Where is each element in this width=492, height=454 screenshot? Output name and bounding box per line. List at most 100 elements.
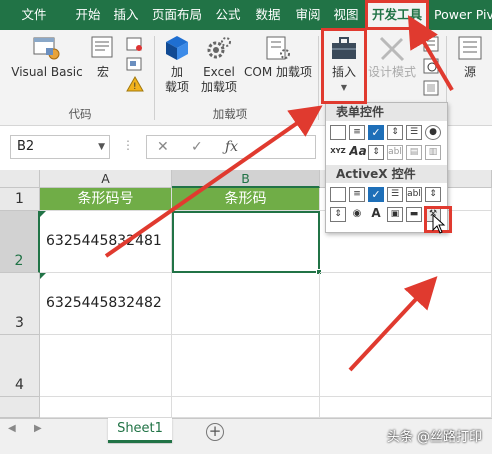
excel-addins-label-line2: 加载项 [200, 80, 237, 94]
tab-power-pivot[interactable]: Power Pivot [430, 0, 492, 30]
group-label-addins: 加载项 [212, 107, 248, 121]
activex-image-icon[interactable]: ▣ [387, 207, 403, 222]
activex-option-button-icon[interactable]: ◉ [349, 207, 365, 222]
tab-insert[interactable]: 插入 [110, 0, 142, 30]
cell-a3-value: 6325445832482 [46, 295, 162, 311]
cell-c3[interactable] [320, 273, 492, 335]
activex-checkbox-icon[interactable]: ✓ [368, 187, 384, 202]
form-checkbox-icon[interactable]: ✓ [368, 125, 384, 140]
source-label: 源 [463, 65, 476, 79]
form-combo-drop-icon[interactable]: ▥ [425, 145, 441, 160]
name-box-value: B2 [17, 139, 35, 154]
design-mode-button[interactable]: 设计模式 [366, 34, 418, 80]
cell-c4[interactable] [320, 335, 492, 397]
addins-label-line1: 加 [170, 65, 183, 79]
com-addins-label: COM 加载项 [244, 65, 312, 79]
activex-toggle-button-icon[interactable]: ▬ [406, 207, 422, 222]
row-header-5[interactable] [0, 397, 40, 418]
select-all-corner[interactable] [0, 170, 40, 188]
activex-spin-button-icon[interactable]: ⇕ [330, 207, 346, 222]
source-button[interactable]: 源 [452, 34, 488, 80]
cell-a5[interactable] [40, 397, 172, 418]
column-header-a[interactable]: A [40, 170, 172, 188]
row-header-4[interactable]: 4 [0, 335, 40, 397]
tab-review[interactable]: 审阅 [290, 0, 326, 30]
addins-icon [166, 36, 188, 60]
cell-a3[interactable]: 6325445832482 [40, 273, 172, 335]
add-sheet-button[interactable]: + [206, 423, 224, 441]
cell-b2-selected[interactable] [172, 211, 320, 273]
tab-file[interactable]: 文件 [12, 0, 56, 30]
activex-scroll-bar-icon[interactable]: ⇕ [425, 187, 441, 202]
tab-home[interactable]: 开始 [70, 0, 106, 30]
tab-developer[interactable]: 开发工具 [365, 0, 429, 30]
enter-icon[interactable]: ✓ [191, 139, 203, 155]
activex-label-icon[interactable]: A [368, 207, 384, 222]
activex-command-button-icon[interactable] [330, 187, 346, 202]
formula-input[interactable]: ✕ ✓ ƒx [146, 135, 316, 159]
activex-combo-box-icon[interactable]: ≡ [349, 187, 365, 202]
visual-basic-button[interactable]: Visual Basic [8, 34, 86, 80]
svg-text:!: ! [133, 82, 137, 92]
cell-b3[interactable] [172, 273, 320, 335]
row-header-2[interactable]: 2 [0, 211, 40, 273]
cell-b4[interactable] [172, 335, 320, 397]
form-button-icon[interactable] [330, 125, 346, 140]
form-combo-box-icon[interactable]: ≡ [349, 125, 365, 140]
record-macro-icon[interactable] [126, 36, 144, 52]
form-controls-title: 表单控件 [326, 103, 447, 121]
ribbon-tab-bar: 文件 开始 插入 页面布局 公式 数据 审阅 视图 开发工具 Power Piv… [0, 0, 492, 30]
properties-icon[interactable] [423, 36, 439, 52]
cell-a1[interactable]: 条形码号 [40, 188, 172, 211]
cell-a4[interactable] [40, 335, 172, 397]
sheet-tab-sheet1[interactable]: Sheet1 [108, 418, 172, 443]
name-box[interactable]: B2 ▼ [10, 135, 110, 159]
highlight-insert-button [321, 28, 367, 104]
cancel-icon[interactable]: ✕ [157, 139, 169, 155]
form-text-field-icon[interactable]: abl [387, 145, 403, 160]
com-addins-icon [266, 36, 290, 60]
macro-security-icon[interactable]: ! [126, 76, 144, 92]
cell-a2-value: 6325445832481 [46, 233, 162, 249]
cell-b5[interactable] [172, 397, 320, 418]
prev-sheet-icon[interactable]: ◀ [8, 423, 16, 434]
relative-reference-icon[interactable] [126, 56, 144, 72]
excel-addins-button[interactable]: Excel 加载项 [198, 34, 240, 95]
insert-function-icon[interactable]: ƒx [225, 139, 238, 155]
gear-icon [207, 37, 231, 59]
activex-list-box-icon[interactable]: ☰ [387, 187, 403, 202]
activex-text-box-icon[interactable]: abl [406, 187, 422, 202]
form-scroll-bar-icon[interactable]: ⇕ [368, 145, 384, 160]
mouse-cursor-icon [432, 213, 446, 237]
macro-small-icons: ! [120, 36, 150, 92]
macro-icon [91, 36, 113, 58]
form-combo-list-icon[interactable]: ▤ [406, 145, 422, 160]
cell-c5[interactable] [320, 397, 492, 418]
error-indicator-icon [40, 211, 46, 217]
macros-button[interactable]: 宏 [88, 34, 118, 80]
form-spin-button-icon[interactable]: ⇕ [387, 125, 403, 140]
row-header-3[interactable]: 3 [0, 273, 40, 335]
form-label-icon[interactable]: Aa [349, 145, 367, 160]
addins-button[interactable]: 加 载项 [158, 34, 196, 95]
control-small-icons [420, 36, 442, 96]
error-indicator-icon [40, 273, 46, 279]
column-header-b[interactable]: B [172, 170, 320, 188]
row-header-1[interactable]: 1 [0, 188, 40, 211]
group-divider [154, 36, 155, 120]
cell-a2[interactable]: 6325445832481 [40, 211, 172, 273]
cell-b1[interactable]: 条形码 [172, 188, 320, 211]
form-list-box-icon[interactable]: ☰ [406, 125, 422, 140]
view-code-icon[interactable] [423, 58, 439, 74]
form-option-button-icon[interactable]: ● [425, 125, 441, 140]
status-bar [0, 444, 492, 454]
tab-view[interactable]: 视图 [328, 0, 364, 30]
run-dialog-icon[interactable] [423, 80, 439, 96]
tab-page-layout[interactable]: 页面布局 [146, 0, 208, 30]
com-addins-button[interactable]: COM 加载项 [242, 34, 314, 80]
chevron-down-icon[interactable]: ▼ [98, 136, 105, 158]
tab-data[interactable]: 数据 [250, 0, 286, 30]
form-group-box-icon[interactable]: XYZ [328, 145, 348, 160]
tab-formulas[interactable]: 公式 [210, 0, 246, 30]
next-sheet-icon[interactable]: ▶ [34, 423, 42, 434]
